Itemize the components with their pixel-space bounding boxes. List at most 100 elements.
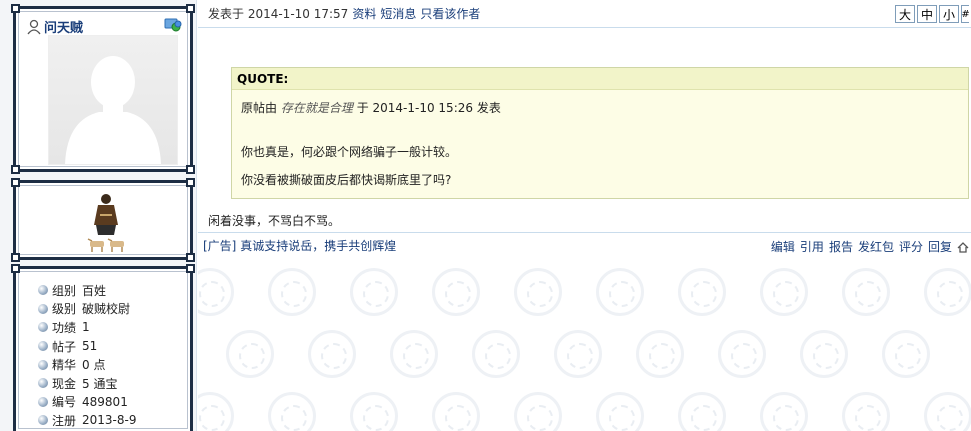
quote-button[interactable]: 引用 [800,238,824,255]
frame-corner [11,253,20,262]
edit-button[interactable]: 编辑 [771,238,795,255]
quote-origin-prefix: 原帖由 [241,101,278,115]
stat-label: 精华 [52,358,77,373]
bullet-icon [38,359,48,370]
stat-value: 489801 [82,394,128,409]
quote-author: 存在就是合理 [280,101,353,115]
watermark-mark [268,392,316,431]
watermark-mark [350,392,398,431]
avatar [48,35,178,165]
user-card: 问天贼 [11,4,195,174]
user-profile-column: 问天贼 组别 百姓 级别 破贼校尉 功绩 1 帖子 51 精华 0 点 现金 5… [0,0,197,431]
post-text: 闲着没事，不骂白不骂。 [208,214,341,228]
username-row: 问天贼 [26,17,83,36]
top-icon[interactable] [957,241,969,253]
stat-value: 1 [82,320,90,335]
watermark-mark [268,268,316,316]
stat-group: 组别 百姓 [38,281,136,300]
watermark-mark [472,330,520,378]
stat-label: 编号 [52,395,77,410]
font-small-button[interactable]: 小 [939,5,959,23]
frame-corner [11,4,20,13]
stat-uid: 编号 489801 [38,393,136,412]
user-icon [27,19,41,34]
ad-text: 真诚支持说岳，携手共创辉煌 [240,239,397,253]
stat-value: 百姓 [82,283,107,298]
stat-merit: 功绩 1 [38,318,136,337]
watermark-mark [390,330,438,378]
quote-line: 你也真是，何必跟个网络骗子一般计较。 [241,145,458,159]
watermark-mark [198,268,234,316]
stat-cash: 现金 5 通宝 [38,374,136,393]
bullet-icon [38,322,48,333]
watermark-mark [842,392,890,431]
avatar-placeholder-icon [65,56,161,164]
stat-registered: 注册 2013-8-9 [38,411,136,430]
ad-tag: [广告] [203,239,237,253]
watermark-mark [924,392,971,431]
watermark-mark [308,330,356,378]
quote-origin: 原帖由 存在就是合理 于 2014-1-10 15:26 发表 [241,101,968,115]
stat-label: 注册 [52,413,77,428]
stats-card: 组别 百姓 级别 破贼校尉 功绩 1 帖子 51 精华 0 点 现金 5 通宝 编号 4898… [11,264,195,431]
watermark-mark [924,268,971,316]
quote-origin-suffix: 于 2014-1-10 15:26 发表 [356,101,501,115]
font-medium-button[interactable]: 中 [917,5,937,23]
quote-body: 原帖由 存在就是合理 于 2014-1-10 15:26 发表 你也真是，何必跟… [232,90,968,187]
bullet-icon [38,415,48,426]
frame-corner [11,178,20,187]
only-author-link[interactable]: 只看该作者 [420,5,480,22]
font-size-controls: 大 中 小 # [895,5,970,23]
watermark-mark [718,330,766,378]
watermark-mark [350,268,398,316]
rank-figure-icon [87,194,124,252]
stat-value: 2013-8-9 [82,413,137,428]
watermark-mark [596,392,644,431]
frame-corner [186,178,195,187]
frame-corner [11,165,20,174]
watermark-mark [842,268,890,316]
message-link[interactable]: 短消息 [380,5,416,22]
red-packet-button[interactable]: 发红包 [858,238,894,255]
post-date: 发表于 2014-1-10 17:57 [208,7,349,21]
watermark-mark [226,330,274,378]
watermark-mark [678,268,726,316]
report-button[interactable]: 报告 [829,238,853,255]
bullet-icon [38,378,48,389]
watermark-mark [800,330,848,378]
background-watermark [198,262,971,431]
stat-label: 现金 [52,376,77,391]
frame-corner [186,264,195,273]
frame-corner [186,165,195,174]
stat-label: 级别 [52,302,77,317]
stat-level: 级别 破贼校尉 [38,300,136,319]
user-stats: 组别 百姓 级别 破贼校尉 功绩 1 帖子 51 精华 0 点 现金 5 通宝 编号 4898… [38,281,136,430]
watermark-mark [514,268,562,316]
watermark-mark [636,330,684,378]
frame-corner [11,264,20,273]
stat-value: 破贼校尉 [82,302,131,317]
stat-value: 5 通宝 [82,376,118,391]
rank-card [11,178,195,262]
reply-button[interactable]: 回复 [928,238,952,255]
post-footer: [广告] 真诚支持说岳，携手共创辉煌 编辑 引用 报告 发红包 评分 回复 [198,232,971,258]
post-actions: 编辑 引用 报告 发红包 评分 回复 [771,238,969,255]
font-large-button[interactable]: 大 [895,5,915,23]
quote-header: QUOTE: [232,68,968,90]
profile-link[interactable]: 资料 [352,5,376,22]
rate-button[interactable]: 评分 [899,238,923,255]
bullet-icon [38,396,48,407]
stat-label: 帖子 [52,339,77,354]
watermark-mark [432,268,480,316]
msn-icon[interactable] [164,17,182,33]
quote-block: QUOTE: 原帖由 存在就是合理 于 2014-1-10 15:26 发表 你… [231,67,969,199]
watermark-mark [882,330,930,378]
watermark-mark [760,392,808,431]
post-number-link[interactable]: # [961,5,970,23]
stat-posts: 帖子 51 [38,337,136,356]
ad-link[interactable]: [广告] 真诚支持说岳，携手共创辉煌 [203,237,396,254]
bullet-icon [38,285,48,296]
stat-label: 组别 [52,283,77,298]
watermark-mark [760,268,808,316]
username-link[interactable]: 问天贼 [44,17,83,36]
